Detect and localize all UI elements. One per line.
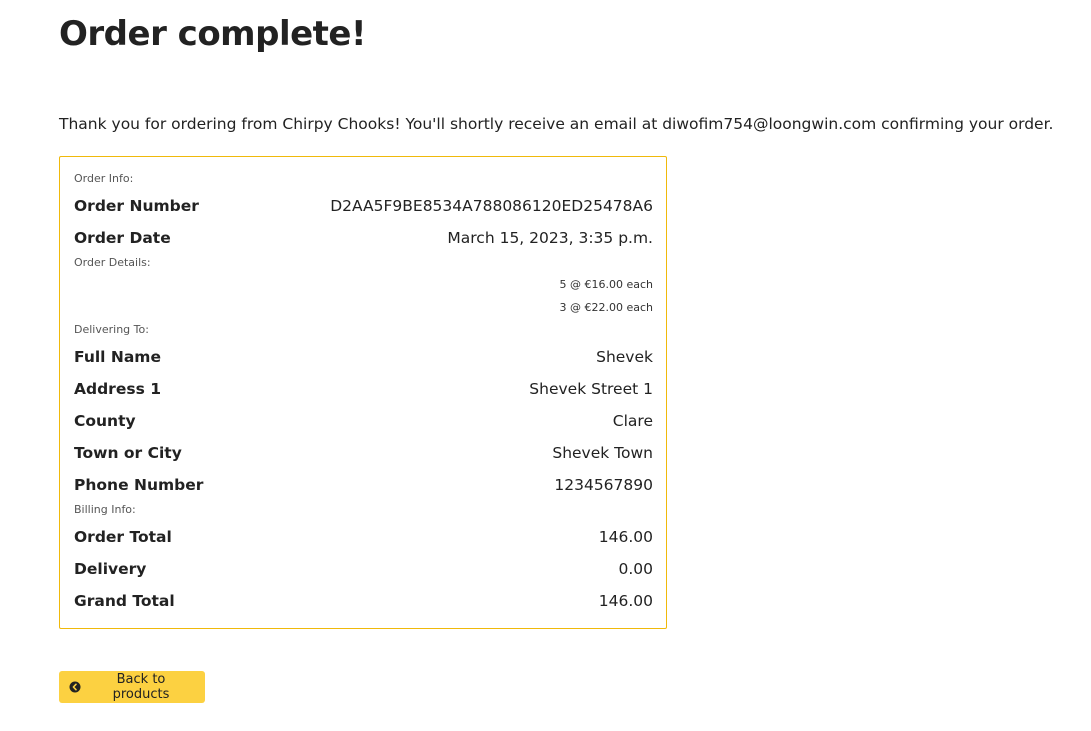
order-number-value: D2AA5F9BE8534A788086120ED25478A6: [330, 197, 653, 215]
full-name-row: Full Name Shevek: [74, 346, 653, 368]
order-date-row: Order Date March 15, 2023, 3:35 p.m.: [74, 227, 653, 249]
phone-key: Phone Number: [74, 476, 204, 494]
grand-total-key: Grand Total: [74, 592, 175, 610]
grand-total-row: Grand Total 146.00: [74, 590, 653, 612]
order-total-row: Order Total 146.00: [74, 526, 653, 548]
order-date-key: Order Date: [74, 229, 171, 247]
address1-row: Address 1 Shevek Street 1: [74, 378, 653, 400]
order-summary-box: Order Info: Order Number D2AA5F9BE8534A7…: [59, 156, 667, 629]
address1-key: Address 1: [74, 380, 161, 398]
billing-info-label: Billing Info:: [74, 503, 136, 516]
order-number-row: Order Number D2AA5F9BE8534A788086120ED25…: [74, 195, 653, 217]
order-details-label: Order Details:: [74, 256, 151, 269]
chevron-circle-left-icon: [69, 681, 81, 693]
order-info-label: Order Info:: [74, 172, 134, 185]
phone-value: 1234567890: [554, 476, 653, 494]
back-to-products-button[interactable]: Back to products: [59, 671, 205, 703]
county-key: County: [74, 412, 136, 430]
order-date-value: March 15, 2023, 3:35 p.m.: [447, 229, 653, 247]
page-title: Order complete!: [59, 14, 366, 54]
delivering-to-label: Delivering To:: [74, 323, 149, 336]
order-item-line: 5 @ €16.00 each: [559, 278, 653, 291]
town-row: Town or City Shevek Town: [74, 442, 653, 464]
address1-value: Shevek Street 1: [529, 380, 653, 398]
delivery-value: 0.00: [618, 560, 653, 578]
grand-total-value: 146.00: [598, 592, 653, 610]
full-name-key: Full Name: [74, 348, 161, 366]
county-value: Clare: [612, 412, 653, 430]
back-to-products-label: Back to products: [112, 672, 170, 702]
thank-you-message: Thank you for ordering from Chirpy Chook…: [59, 115, 1054, 133]
phone-row: Phone Number 1234567890: [74, 474, 653, 496]
full-name-value: Shevek: [596, 348, 653, 366]
town-key: Town or City: [74, 444, 182, 462]
order-total-key: Order Total: [74, 528, 172, 546]
delivery-row: Delivery 0.00: [74, 558, 653, 580]
town-value: Shevek Town: [552, 444, 653, 462]
county-row: County Clare: [74, 410, 653, 432]
order-item-line: 3 @ €22.00 each: [559, 301, 653, 314]
order-total-value: 146.00: [598, 528, 653, 546]
order-number-key: Order Number: [74, 197, 199, 215]
delivery-key: Delivery: [74, 560, 147, 578]
